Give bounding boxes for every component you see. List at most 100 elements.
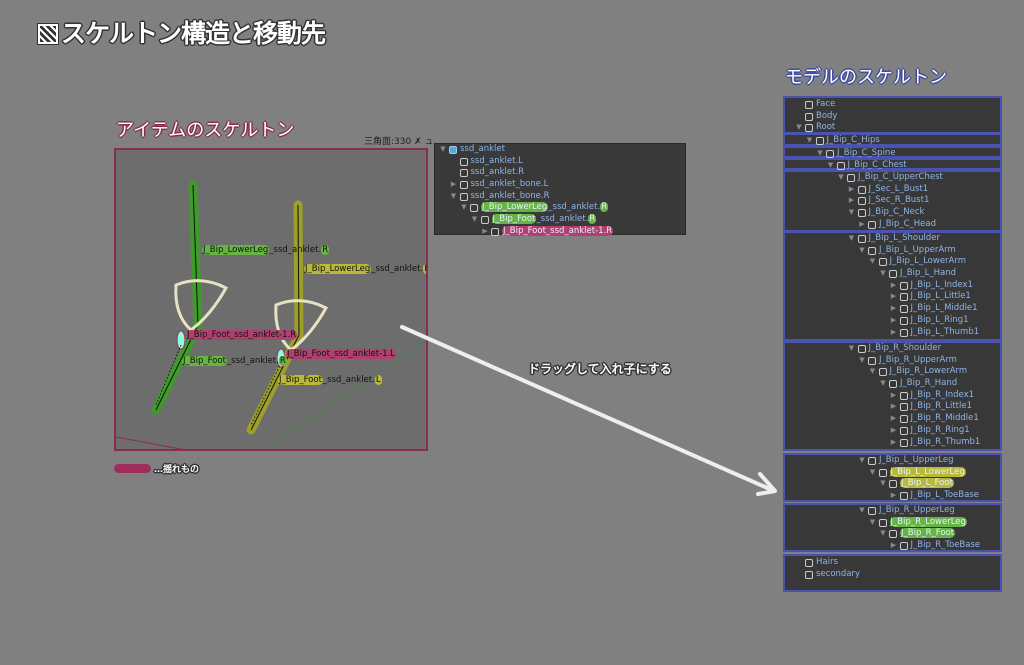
hierarchy-row[interactable]: ▶ J_Bip_L_Thumb1 (785, 327, 1000, 339)
hierarchy-row[interactable]: ▶ J_Bip_L_Middle1 (785, 303, 1000, 315)
expand-down-icon[interactable]: ▼ (879, 528, 887, 540)
expand-down-icon[interactable]: ▼ (869, 467, 877, 479)
hierarchy-row[interactable]: ▼ J_Bip_L_Shoulder (785, 233, 1000, 245)
hierarchy-row[interactable]: ▼ J_Bip_R_UpperLeg (785, 505, 1000, 517)
row-label: J_Bip_L_LowerArm (889, 256, 966, 267)
row-label: J_Bip_R_UpperArm (879, 354, 957, 365)
gameobject-cube-icon (878, 518, 887, 527)
expand-right-icon[interactable]: ▶ (858, 219, 866, 231)
expand-right-icon[interactable]: ▶ (848, 195, 856, 207)
hierarchy-row[interactable]: ▶ J_Bip_L_Little1 (785, 291, 1000, 303)
gameobject-cube-icon (899, 415, 908, 424)
expand-right-icon[interactable]: ▶ (890, 490, 898, 502)
expand-down-icon[interactable]: ▼ (806, 135, 814, 147)
bone-group: ▼ J_Bip_C_Chest (783, 158, 1002, 170)
hierarchy-row[interactable]: ▶ J_Bip_C_Head (785, 219, 1000, 231)
hierarchy-row[interactable]: ▶ J_Bip_L_Index1 (785, 280, 1000, 292)
gameobject-cube-icon (805, 112, 813, 121)
expand-down-icon[interactable]: ▼ (858, 455, 866, 467)
expand-right-icon[interactable]: ▶ (890, 413, 898, 425)
gameobject-cube-icon (857, 185, 866, 194)
gameobject-cube-icon (889, 530, 897, 539)
row-label: J_Bip_R_LowerLeg (889, 516, 967, 527)
hierarchy-row[interactable]: Face (785, 99, 1000, 111)
row-label: J_Bip_L_UpperArm (879, 244, 956, 255)
hierarchy-row[interactable]: ▼ J_Bip_R_Foot (785, 528, 1000, 540)
expand-down-icon[interactable]: ▼ (879, 268, 887, 280)
expand-down-icon[interactable]: ▼ (837, 172, 845, 184)
expand-right-icon[interactable]: ▶ (890, 315, 898, 327)
expand-down-icon[interactable]: ▼ (858, 355, 866, 367)
hierarchy-row[interactable]: ▶ J_Bip_R_ToeBase (785, 540, 1000, 552)
drag-hint: ドラッグして入れ子にする (528, 362, 672, 376)
hierarchy-row[interactable]: ▼ J_Bip_C_Neck (785, 207, 1000, 219)
hierarchy-row[interactable]: ▼ J_Bip_C_UpperChest (785, 172, 1000, 184)
hierarchy-row[interactable]: ▶ J_Bip_R_Thumb1 (785, 437, 1000, 449)
hierarchy-row[interactable]: ▶ J_Bip_L_ToeBase (785, 490, 1000, 502)
expand-right-icon[interactable]: ▶ (890, 401, 898, 413)
gameobject-cube-icon (889, 480, 897, 489)
row-label: J_Bip_L_Ring1 (910, 314, 969, 325)
expand-right-icon[interactable]: ▶ (890, 303, 898, 315)
expand-down-icon[interactable]: ▼ (858, 245, 866, 257)
gameobject-cube-icon (868, 507, 876, 515)
expand-right-icon[interactable]: ▶ (890, 425, 898, 437)
expand-down-icon[interactable]: ▼ (869, 366, 877, 378)
expand-right-icon[interactable]: ▶ (890, 540, 898, 552)
bone-group: Face Body ▼ Root (783, 96, 1002, 134)
expand-right-icon[interactable]: ▶ (890, 390, 898, 402)
hierarchy-row[interactable]: ▶ J_Sec_L_Bust1 (785, 184, 1000, 196)
row-label: J_Bip_L_UpperLeg (879, 455, 954, 465)
expand-right-icon[interactable]: ▶ (890, 437, 898, 449)
hierarchy-row[interactable]: ▼ J_Bip_L_Hand (785, 268, 1000, 280)
gameobject-cube-icon (899, 316, 908, 325)
row-label: J_Bip_C_UpperChest (858, 172, 943, 182)
expand-down-icon[interactable]: ▼ (879, 378, 887, 390)
bone-group: ▼ J_Bip_C_UpperChest ▶ J_Sec_L_Bust1 ▶ J_Sec_… (783, 170, 1002, 232)
expand-down-icon[interactable]: ▼ (848, 207, 856, 219)
row-label: J_Bip_L_Little1 (910, 291, 971, 302)
row-label: J_Bip_L_Foot (900, 478, 954, 489)
gameobject-cube-icon (857, 235, 866, 243)
expand-right-icon[interactable]: ▶ (890, 291, 898, 303)
hierarchy-row[interactable]: Body (785, 111, 1000, 123)
expand-right-icon[interactable]: ▶ (890, 280, 898, 292)
expand-down-icon[interactable]: ▼ (848, 233, 856, 245)
expand-down-icon[interactable]: ▼ (869, 517, 877, 529)
hierarchy-row[interactable]: ▼ J_Bip_R_Hand (785, 378, 1000, 390)
hierarchy-row[interactable]: ▼ J_Bip_L_UpperLeg (785, 455, 1000, 467)
hierarchy-row[interactable]: Hairs (785, 557, 1000, 569)
row-label: J_Bip_L_Thumb1 (910, 326, 980, 337)
hierarchy-row[interactable]: secondary (785, 569, 1000, 581)
row-label: Face (816, 99, 836, 109)
expand-down-icon[interactable]: ▼ (848, 343, 856, 355)
hierarchy-row[interactable]: ▼ J_Bip_L_UpperArm (785, 245, 1000, 257)
expand-down-icon[interactable]: ▼ (858, 505, 866, 517)
hierarchy-row[interactable]: ▼ J_Bip_R_LowerLeg (785, 516, 1000, 529)
hierarchy-row[interactable]: ▶ J_Bip_R_Ring1 (785, 425, 1000, 437)
expand-right-icon[interactable]: ▶ (890, 327, 898, 339)
hierarchy-row[interactable]: ▶ J_Bip_R_Little1 (785, 401, 1000, 413)
hierarchy-row[interactable]: ▶ J_Sec_R_Bust1 (785, 195, 1000, 207)
row-label: J_Bip_L_LowerLeg (889, 466, 966, 477)
hierarchy-row[interactable]: ▶ J_Bip_R_Middle1 (785, 413, 1000, 425)
hierarchy-row[interactable]: ▶ J_Bip_L_Ring1 (785, 315, 1000, 327)
row-label: J_Bip_R_Foot (900, 528, 956, 539)
expand-right-icon[interactable]: ▶ (848, 184, 856, 196)
expand-down-icon[interactable]: ▼ (869, 256, 877, 268)
gameobject-cube-icon (899, 542, 908, 551)
bone-group: Hairs secondary (783, 554, 1002, 592)
hierarchy-row[interactable]: ▼ J_Bip_L_LowerLeg (785, 466, 1000, 479)
hierarchy-row[interactable]: ▼ J_Bip_R_LowerArm (785, 366, 1000, 378)
gameobject-cube-icon (857, 345, 866, 353)
row-label: J_Bip_L_Shoulder (868, 233, 940, 243)
hierarchy-row[interactable]: ▼ J_Bip_L_Foot (785, 478, 1000, 490)
hierarchy-row[interactable]: ▼ J_Bip_C_Hips (785, 135, 1000, 147)
expand-down-icon[interactable]: ▼ (879, 478, 887, 490)
hierarchy-row[interactable]: ▼ J_Bip_R_UpperArm (785, 355, 1000, 367)
hierarchy-row[interactable]: ▼ J_Bip_L_LowerArm (785, 256, 1000, 268)
row-label: J_Bip_R_Shoulder (868, 343, 942, 353)
hierarchy-row[interactable]: ▶ J_Bip_R_Index1 (785, 390, 1000, 402)
hierarchy-row[interactable]: ▼ J_Bip_R_Shoulder (785, 343, 1000, 355)
gameobject-cube-icon (899, 281, 908, 290)
